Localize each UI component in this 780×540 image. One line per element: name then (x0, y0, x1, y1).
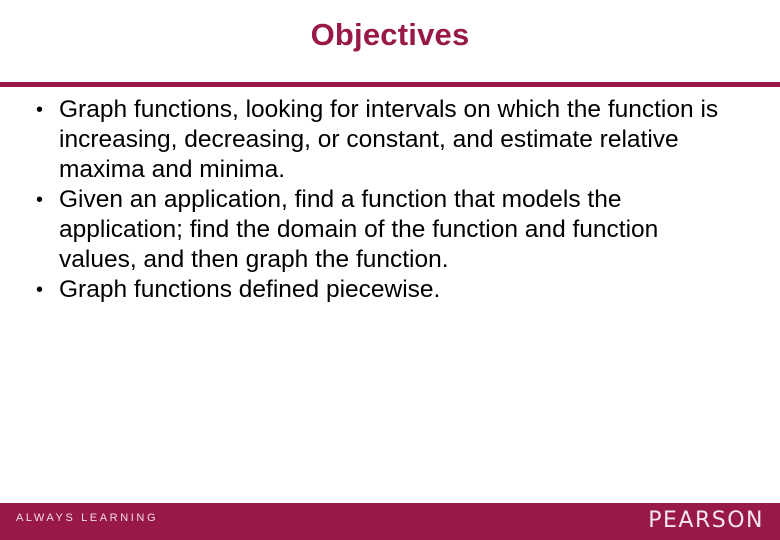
list-item: • Graph functions defined piecewise. (0, 275, 739, 305)
list-item: • Graph functions, looking for intervals … (0, 95, 739, 185)
footer-tagline: ALWAYS LEARNING (16, 512, 159, 524)
bullet-text: Given an application, find a function th… (59, 186, 659, 273)
brand-logo: PEARSON (648, 508, 764, 533)
footer-bar: ALWAYS LEARNING PEARSON (0, 503, 780, 540)
objectives-list: • Graph functions, looking for intervals … (0, 95, 780, 305)
bullet-icon: • (36, 189, 44, 211)
bullet-icon: • (36, 99, 44, 121)
bullet-icon: • (36, 279, 44, 301)
bullet-text: Graph functions, looking for intervals o… (59, 96, 719, 183)
bullet-text: Graph functions defined piecewise. (59, 276, 441, 303)
slide-title: Objectives (310, 17, 470, 52)
title-divider (0, 82, 780, 87)
list-item: • Given an application, find a function t… (0, 185, 739, 275)
